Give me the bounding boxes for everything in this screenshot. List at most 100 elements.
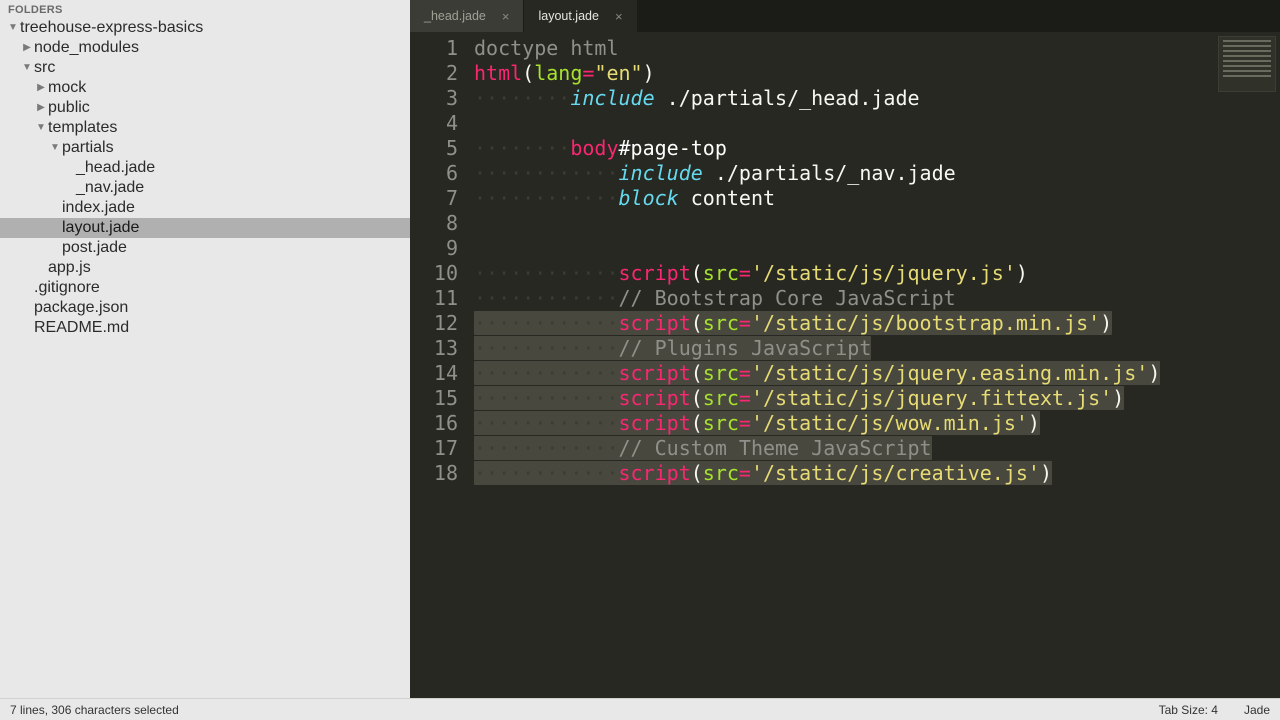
line-number: 6: [410, 161, 458, 186]
token-pad: ············: [474, 411, 619, 435]
token-pad: ············: [474, 186, 619, 210]
code-line[interactable]: ············block content: [474, 186, 1280, 211]
line-number: 18: [410, 461, 458, 486]
file-item[interactable]: _nav.jade: [0, 178, 410, 198]
tree-label: public: [48, 98, 90, 118]
chevron-down-icon[interactable]: ▼: [36, 118, 46, 138]
token-key: body: [570, 136, 618, 160]
token-include: include: [619, 161, 703, 185]
chevron-down-icon[interactable]: ▼: [50, 138, 60, 158]
token-paren: ): [643, 61, 655, 85]
line-number: 4: [410, 111, 458, 136]
tree-label: _head.jade: [76, 158, 155, 178]
code-line[interactable]: ············script(src='/static/js/jquer…: [474, 386, 1280, 411]
tab-bar[interactable]: _head.jade×layout.jade×: [410, 0, 1280, 32]
folder-item[interactable]: ▼src: [0, 58, 410, 78]
code-area[interactable]: doctype htmlhtml(lang="en")········inclu…: [468, 32, 1280, 698]
line-number: 3: [410, 86, 458, 111]
file-item[interactable]: app.js: [0, 258, 410, 278]
file-item[interactable]: package.json: [0, 298, 410, 318]
line-number: 11: [410, 286, 458, 311]
close-icon[interactable]: ×: [502, 9, 510, 24]
token-comment: // Bootstrap Core JavaScript: [619, 286, 956, 310]
token-include: block: [619, 186, 679, 210]
file-item[interactable]: _head.jade: [0, 158, 410, 178]
selection: ············// Plugins JavaScript: [474, 336, 871, 360]
selection: ············// Custom Theme JavaScript: [474, 436, 932, 460]
token-eq: =: [582, 61, 594, 85]
folder-item[interactable]: ▼treehouse-express-basics: [0, 18, 410, 38]
token-comment: // Plugins JavaScript: [619, 336, 872, 360]
chevron-right-icon[interactable]: ▶: [36, 98, 46, 118]
chevron-right-icon[interactable]: ▶: [22, 38, 32, 58]
code-line[interactable]: ············script(src='/static/js/creat…: [474, 461, 1280, 486]
code-line[interactable]: [474, 236, 1280, 261]
status-tab-size[interactable]: Tab Size: 4: [1159, 703, 1218, 717]
tree-label: mock: [48, 78, 86, 98]
file-item[interactable]: README.md: [0, 318, 410, 338]
file-item[interactable]: post.jade: [0, 238, 410, 258]
tab[interactable]: layout.jade×: [524, 0, 637, 32]
folder-item[interactable]: ▶node_modules: [0, 38, 410, 58]
file-item[interactable]: layout.jade: [0, 218, 410, 238]
folder-item[interactable]: ▼templates: [0, 118, 410, 138]
token-attr: src: [703, 411, 739, 435]
code-line[interactable]: ············script(src='/static/js/jquer…: [474, 261, 1280, 286]
token-pad: ········: [474, 86, 570, 110]
token-pad: ············: [474, 286, 619, 310]
token-key: html: [474, 61, 522, 85]
code-line[interactable]: ············// Bootstrap Core JavaScript: [474, 286, 1280, 311]
token-str: '/static/js/jquery.js': [751, 261, 1016, 285]
token-eq: =: [739, 411, 751, 435]
tab-label: _head.jade: [424, 9, 486, 23]
code-line[interactable]: ············script(src='/static/js/boots…: [474, 311, 1280, 336]
tree-label: .gitignore: [34, 278, 100, 298]
minimap[interactable]: [1218, 36, 1276, 92]
tree-label: src: [34, 58, 55, 78]
code-line[interactable]: [474, 211, 1280, 236]
code-line[interactable]: doctype html: [474, 36, 1280, 61]
token-str: '/static/js/jquery.fittext.js': [751, 386, 1112, 410]
folder-item[interactable]: ▶public: [0, 98, 410, 118]
selection: ············script(src='/static/js/jquer…: [474, 361, 1160, 385]
token-paren: (: [522, 61, 534, 85]
token-paren: (: [691, 311, 703, 335]
chevron-right-icon[interactable]: ▶: [36, 78, 46, 98]
file-item[interactable]: .gitignore: [0, 278, 410, 298]
code-line[interactable]: ········include ./partials/_head.jade: [474, 86, 1280, 111]
file-item[interactable]: index.jade: [0, 198, 410, 218]
gutter: 123456789101112131415161718: [410, 32, 468, 698]
folder-tree[interactable]: ▼treehouse-express-basics▶node_modules▼s…: [0, 18, 410, 698]
code-line[interactable]: ············include ./partials/_nav.jade: [474, 161, 1280, 186]
token-attr: src: [703, 386, 739, 410]
token-paren: ): [1016, 261, 1028, 285]
token-pad: ············: [474, 436, 619, 460]
token-paren: ): [1040, 461, 1052, 485]
status-bar: 7 lines, 306 characters selected Tab Siz…: [0, 698, 1280, 720]
token-doctype: doctype html: [474, 36, 619, 60]
status-syntax[interactable]: Jade: [1244, 703, 1270, 717]
code-line[interactable]: ············script(src='/static/js/wow.m…: [474, 411, 1280, 436]
close-icon[interactable]: ×: [615, 9, 623, 24]
token-pad: ············: [474, 361, 619, 385]
code-line[interactable]: [474, 111, 1280, 136]
token-str: '/static/js/wow.min.js': [751, 411, 1028, 435]
line-number: 10: [410, 261, 458, 286]
editor-body[interactable]: 123456789101112131415161718 doctype html…: [410, 32, 1280, 698]
sidebar: FOLDERS ▼treehouse-express-basics▶node_m…: [0, 0, 410, 698]
tab[interactable]: _head.jade ×: [410, 0, 524, 32]
code-line[interactable]: html(lang="en"): [474, 61, 1280, 86]
code-line[interactable]: ············script(src='/static/js/jquer…: [474, 361, 1280, 386]
folder-item[interactable]: ▼partials: [0, 138, 410, 158]
chevron-down-icon[interactable]: ▼: [22, 58, 32, 78]
selection: ············script(src='/static/js/jquer…: [474, 386, 1124, 410]
line-number: 17: [410, 436, 458, 461]
token-paren: ): [1100, 311, 1112, 335]
chevron-down-icon[interactable]: ▼: [8, 18, 18, 38]
code-line[interactable]: ········body#page-top: [474, 136, 1280, 161]
code-line[interactable]: ············// Custom Theme JavaScript: [474, 436, 1280, 461]
line-number: 7: [410, 186, 458, 211]
code-line[interactable]: ············// Plugins JavaScript: [474, 336, 1280, 361]
folder-item[interactable]: ▶mock: [0, 78, 410, 98]
token-paren: (: [691, 361, 703, 385]
